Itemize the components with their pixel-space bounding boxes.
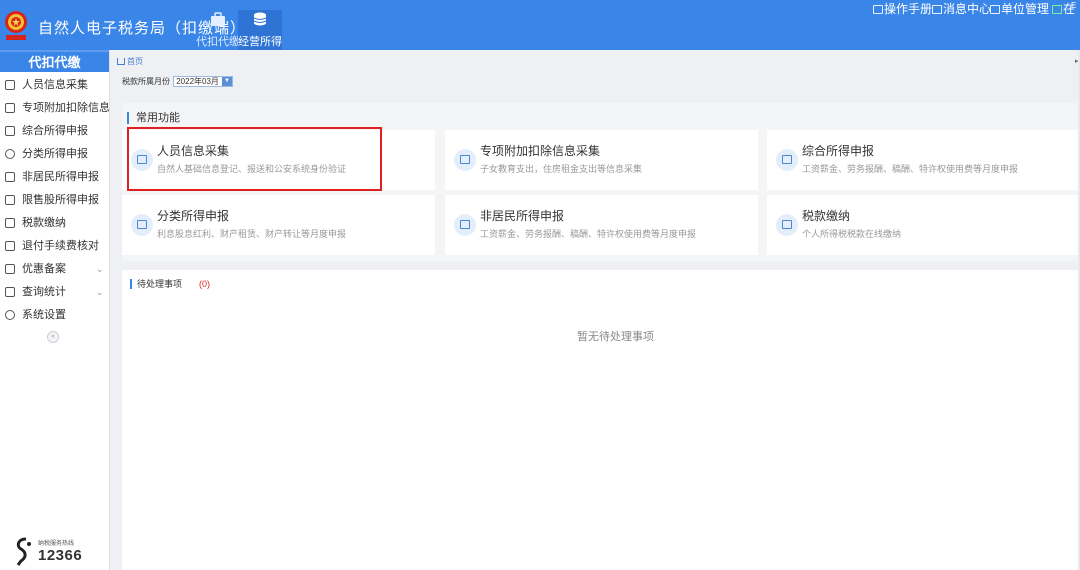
breadcrumb-home-label: 首页 xyxy=(127,57,143,66)
function-card-classified-income[interactable]: 分类所得申报 利息股息红利、财产租赁、财产转让等月度申报 xyxy=(122,195,435,255)
bar-chart-icon xyxy=(5,195,15,205)
card-title: 税款缴纳 xyxy=(802,209,851,223)
module-tab-business-income[interactable]: 经营所得 xyxy=(238,10,282,50)
layers-icon xyxy=(5,126,15,136)
home-icon xyxy=(117,58,125,65)
message-center-link[interactable]: 消息中心 xyxy=(932,0,991,17)
edit-icon xyxy=(454,214,476,236)
sidebar-item-tax-payment[interactable]: 税款缴纳 xyxy=(0,212,109,235)
pending-items-count: (0) xyxy=(199,279,210,289)
online-icon xyxy=(1052,5,1062,14)
id-card-icon xyxy=(454,149,476,171)
sidebar-item-label: 非居民所得申报 xyxy=(22,171,99,183)
sidebar-item-classified-income[interactable]: 分类所得申报 xyxy=(0,143,109,166)
pie-icon xyxy=(5,149,15,159)
sidebar-item-fee-refund[interactable]: 退付手续费核对 xyxy=(0,235,109,258)
card-description: 利息股息红利、财产租赁、财产转让等月度申报 xyxy=(157,229,347,239)
dropdown-arrow-icon: ▼ xyxy=(221,77,232,86)
card-description: 工资薪金、劳务报酬、稿酬、特许权使用费等月度申报 xyxy=(802,164,1019,174)
pending-items-title: 待处理事项 xyxy=(130,279,182,289)
sidebar-item-system-settings[interactable]: 系统设置 xyxy=(0,304,109,327)
sidebar-item-label: 查询统计 xyxy=(22,286,66,298)
unit-management-label: 单位管理 xyxy=(1001,2,1050,16)
breadcrumb[interactable]: 首页 xyxy=(117,56,143,67)
edit-icon xyxy=(131,214,153,236)
module-tab-label: 代扣代缴 xyxy=(196,36,240,48)
sidebar: 代扣代缴 人员信息采集 专项附加扣除信息采 综合所得申报 分类所得申报 非居民所… xyxy=(0,50,110,570)
card-title: 分类所得申报 xyxy=(157,209,230,223)
pending-items-panel: 待处理事项 (0) 暂无待处理事项 xyxy=(122,270,1080,570)
top-header-bar: 自然人电子税务局（扣缴端） 代扣代缴 经营所得 操作手册 消息中心 单位管理 在… xyxy=(0,0,1080,50)
empty-state-text: 暂无待处理事项 xyxy=(577,331,654,343)
card-title: 专项附加扣除信息采集 xyxy=(480,144,601,158)
sidebar-item-comprehensive-income[interactable]: 综合所得申报 xyxy=(0,120,109,143)
sidebar-item-special-deduction[interactable]: 专项附加扣除信息采 xyxy=(0,97,109,120)
person-icon xyxy=(5,80,15,90)
main-content: 首页 ▸ 税款所属月份 2022年03月 ▼ 常用功能 人员信息采集 自然人基础信… xyxy=(111,50,1080,570)
card-title: 非居民所得申报 xyxy=(480,209,565,223)
sidebar-item-nonresident-income[interactable]: 非居民所得申报 xyxy=(0,166,109,189)
card-description: 工资薪金、劳务报酬、稿酬、特许权使用费等月度申报 xyxy=(480,229,697,239)
operation-manual-link[interactable]: 操作手册 xyxy=(873,0,932,17)
double-chevron-left-icon[interactable]: « xyxy=(47,331,59,343)
card-description: 个人所得税税款在线缴纳 xyxy=(802,229,902,239)
hotline-logo-icon xyxy=(16,537,31,566)
tax-period-value: 2022年03月 xyxy=(176,77,219,86)
unit-icon xyxy=(990,5,1000,14)
function-card-special-deduction[interactable]: 专项附加扣除信息采集 子女教育支出，住房租金支出等信息采集 xyxy=(445,130,758,190)
person-outline-icon xyxy=(5,172,15,182)
hotline-caption: 纳税服务热线 xyxy=(38,541,75,547)
national-emblem-icon xyxy=(5,11,27,40)
sidebar-item-personnel-info[interactable]: 人员信息采集 xyxy=(0,74,109,97)
tax-period-dropdown[interactable]: 2022年03月 ▼ xyxy=(173,76,233,87)
card-description: 子女教育支出，住房租金支出等信息采集 xyxy=(480,164,643,174)
module-tab-withholding[interactable]: 代扣代缴 xyxy=(196,10,240,50)
sidebar-item-query-stats[interactable]: 查询统计 ⌄ xyxy=(0,281,109,304)
sidebar-item-label: 税款缴纳 xyxy=(22,217,66,229)
service-hotline: 纳税服务热线 12366 xyxy=(12,537,102,569)
briefcase-icon xyxy=(211,12,225,26)
unit-management-link[interactable]: 单位管理 xyxy=(990,0,1049,17)
file-icon xyxy=(5,264,15,274)
operation-manual-label: 操作手册 xyxy=(884,2,933,16)
chevron-down-icon: ⌄ xyxy=(96,287,104,297)
sidebar-item-label: 分类所得申报 xyxy=(22,148,88,160)
tax-period-selector: 税款所属月份 2022年03月 ▼ xyxy=(122,76,233,88)
declare-icon xyxy=(776,149,798,171)
sidebar-title: 代扣代缴 xyxy=(0,50,109,72)
search-list-icon xyxy=(5,287,15,297)
card-title: 综合所得申报 xyxy=(802,144,875,158)
function-card-nonresident-income[interactable]: 非居民所得申报 工资薪金、劳务报酬、稿酬、特许权使用费等月度申报 xyxy=(445,195,758,255)
highlight-annotation-box xyxy=(127,127,382,191)
message-center-label: 消息中心 xyxy=(943,2,992,16)
gear-icon xyxy=(5,310,15,320)
module-tab-label: 经营所得 xyxy=(238,36,282,48)
mail-icon xyxy=(932,5,942,14)
common-functions-title: 常用功能 xyxy=(127,112,180,124)
function-card-tax-payment[interactable]: 税款缴纳 个人所得税税款在线缴纳 xyxy=(767,195,1080,255)
sidebar-item-restricted-shares[interactable]: 限售股所得申报 xyxy=(0,189,109,212)
function-card-comprehensive-income[interactable]: 综合所得申报 工资薪金、劳务报酬、稿酬、特许权使用费等月度申报 xyxy=(767,130,1080,190)
folder-icon xyxy=(5,218,15,228)
window-corner-text: E xyxy=(1071,1,1077,10)
sidebar-item-label: 优惠备案 xyxy=(22,263,66,275)
chevron-down-icon: ⌄ xyxy=(96,264,104,274)
tax-period-label: 税款所属月份 xyxy=(122,77,170,86)
sidebar-item-label: 限售股所得申报 xyxy=(22,194,99,206)
sidebar-item-label: 人员信息采集 xyxy=(22,79,88,91)
sidebar-item-label: 专项附加扣除信息采 xyxy=(22,102,109,114)
sidebar-item-label: 综合所得申报 xyxy=(22,125,88,137)
hotline-number: 12366 xyxy=(38,547,83,564)
sidebar-item-preferential-filing[interactable]: 优惠备案 ⌄ xyxy=(0,258,109,281)
manual-icon xyxy=(873,5,883,14)
document-icon xyxy=(5,241,15,251)
list-icon xyxy=(5,103,15,113)
coins-icon xyxy=(253,12,267,26)
sidebar-item-label: 系统设置 xyxy=(22,309,66,321)
tax-pay-icon xyxy=(776,214,798,236)
sidebar-item-label: 退付手续费核对 xyxy=(22,240,99,252)
